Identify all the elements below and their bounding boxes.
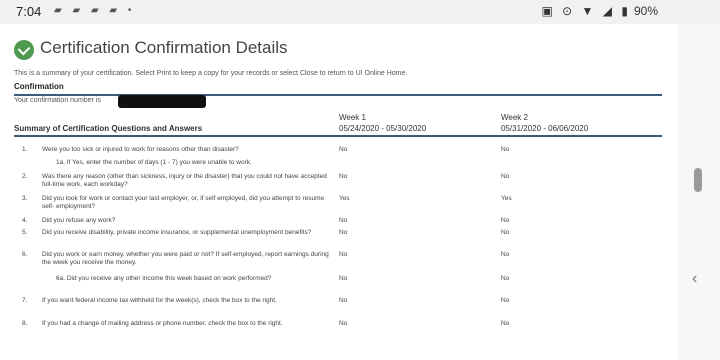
page-title: Certification Confirmation Details — [40, 38, 288, 57]
question-text: If you had a change of mailing address o… — [42, 320, 283, 327]
question-number: 4. — [22, 217, 28, 224]
status-right: ▣ ⊙ ▼ ◢ ▮ 90% — [535, 4, 658, 18]
question-number: 8. — [22, 320, 28, 327]
divider — [14, 135, 662, 137]
question-number: 1. — [22, 146, 28, 153]
question-text: Did you work or earn money, whether you … — [42, 251, 329, 266]
sub-question-text: 1a. If Yes, enter the number of days (1 … — [56, 159, 252, 166]
answer-week-2: No — [501, 275, 510, 282]
hotspot-icon: ⊙ — [562, 4, 573, 18]
answer-week-1: No — [339, 173, 348, 180]
answer-week-1: No — [339, 229, 348, 236]
week-1-range: 05/24/2020 - 05/30/2020 — [339, 124, 427, 133]
answer-week-1: No — [339, 251, 348, 258]
answer-week-1: Yes — [339, 195, 350, 202]
question-number: 2. — [22, 173, 28, 180]
answer-week-2: Yes — [501, 195, 512, 202]
question-number: 5. — [22, 229, 28, 236]
signal-icon: ◢ — [602, 4, 613, 18]
check-circle-icon — [14, 40, 34, 60]
status-bar: 7:04 ▰ ▰ ▰ ▰ • ▣ ⊙ ▼ ◢ ▮ 90% — [0, 0, 720, 24]
question-text: Was there any reason (other than sicknes… — [42, 173, 327, 188]
week-2-range: 05/31/2020 - 06/06/2020 — [501, 124, 589, 133]
summary-text: This is a summary of your certification.… — [14, 70, 408, 77]
answer-week-2: No — [501, 173, 510, 180]
question-text: Were you too sick or injured to work for… — [42, 146, 239, 153]
side-gutter — [678, 24, 720, 360]
table-heading: Summary of Certification Questions and A… — [14, 124, 203, 133]
question-text: Did you refuse any work? — [42, 217, 116, 224]
wifi-icon: ▼ — [581, 4, 594, 18]
question-number: 6. — [22, 251, 28, 258]
answer-week-1: No — [339, 275, 348, 282]
section-heading: Confirmation — [14, 82, 64, 91]
week-2-label: Week 2 — [501, 113, 528, 122]
battery-icon: ▮ — [621, 4, 628, 18]
answer-week-2: No — [501, 217, 510, 224]
question-text: If you want federal income tax withheld … — [42, 297, 277, 304]
answer-week-2: No — [501, 251, 510, 258]
answer-week-2: No — [501, 320, 510, 327]
week-2-header: Week 2 05/31/2020 - 06/06/2020 — [501, 112, 588, 134]
confirmation-label: Your confirmation number is — [14, 97, 101, 104]
answer-week-1: No — [339, 217, 348, 224]
answer-week-1: No — [339, 146, 348, 153]
notification-icons: ▰ ▰ ▰ ▰ • — [54, 5, 136, 16]
week-1-label: Week 1 — [339, 113, 366, 122]
question-number: 3. — [22, 195, 28, 202]
redaction-bar — [118, 95, 206, 108]
answer-week-2: No — [501, 297, 510, 304]
battery-level: 90% — [633, 4, 658, 18]
answer-week-2: No — [501, 229, 510, 236]
divider — [14, 94, 662, 96]
answer-week-1: No — [339, 297, 348, 304]
scrollbar-thumb[interactable] — [694, 168, 702, 192]
question-text: Did you receive disability, private inco… — [42, 229, 312, 236]
week-1-header: Week 1 05/24/2020 - 05/30/2020 — [339, 112, 426, 134]
chevron-left-icon[interactable]: ‹ — [692, 270, 697, 288]
question-number: 7. — [22, 297, 28, 304]
sub-question-text: 6a. Did you receive any other income thi… — [56, 275, 272, 282]
status-time: 7:04 — [16, 4, 42, 19]
nfc-icon: ▣ — [541, 4, 553, 18]
answer-week-1: No — [339, 320, 348, 327]
question-text: Did you look for work or contact your la… — [42, 195, 325, 210]
answer-week-2: No — [501, 146, 510, 153]
